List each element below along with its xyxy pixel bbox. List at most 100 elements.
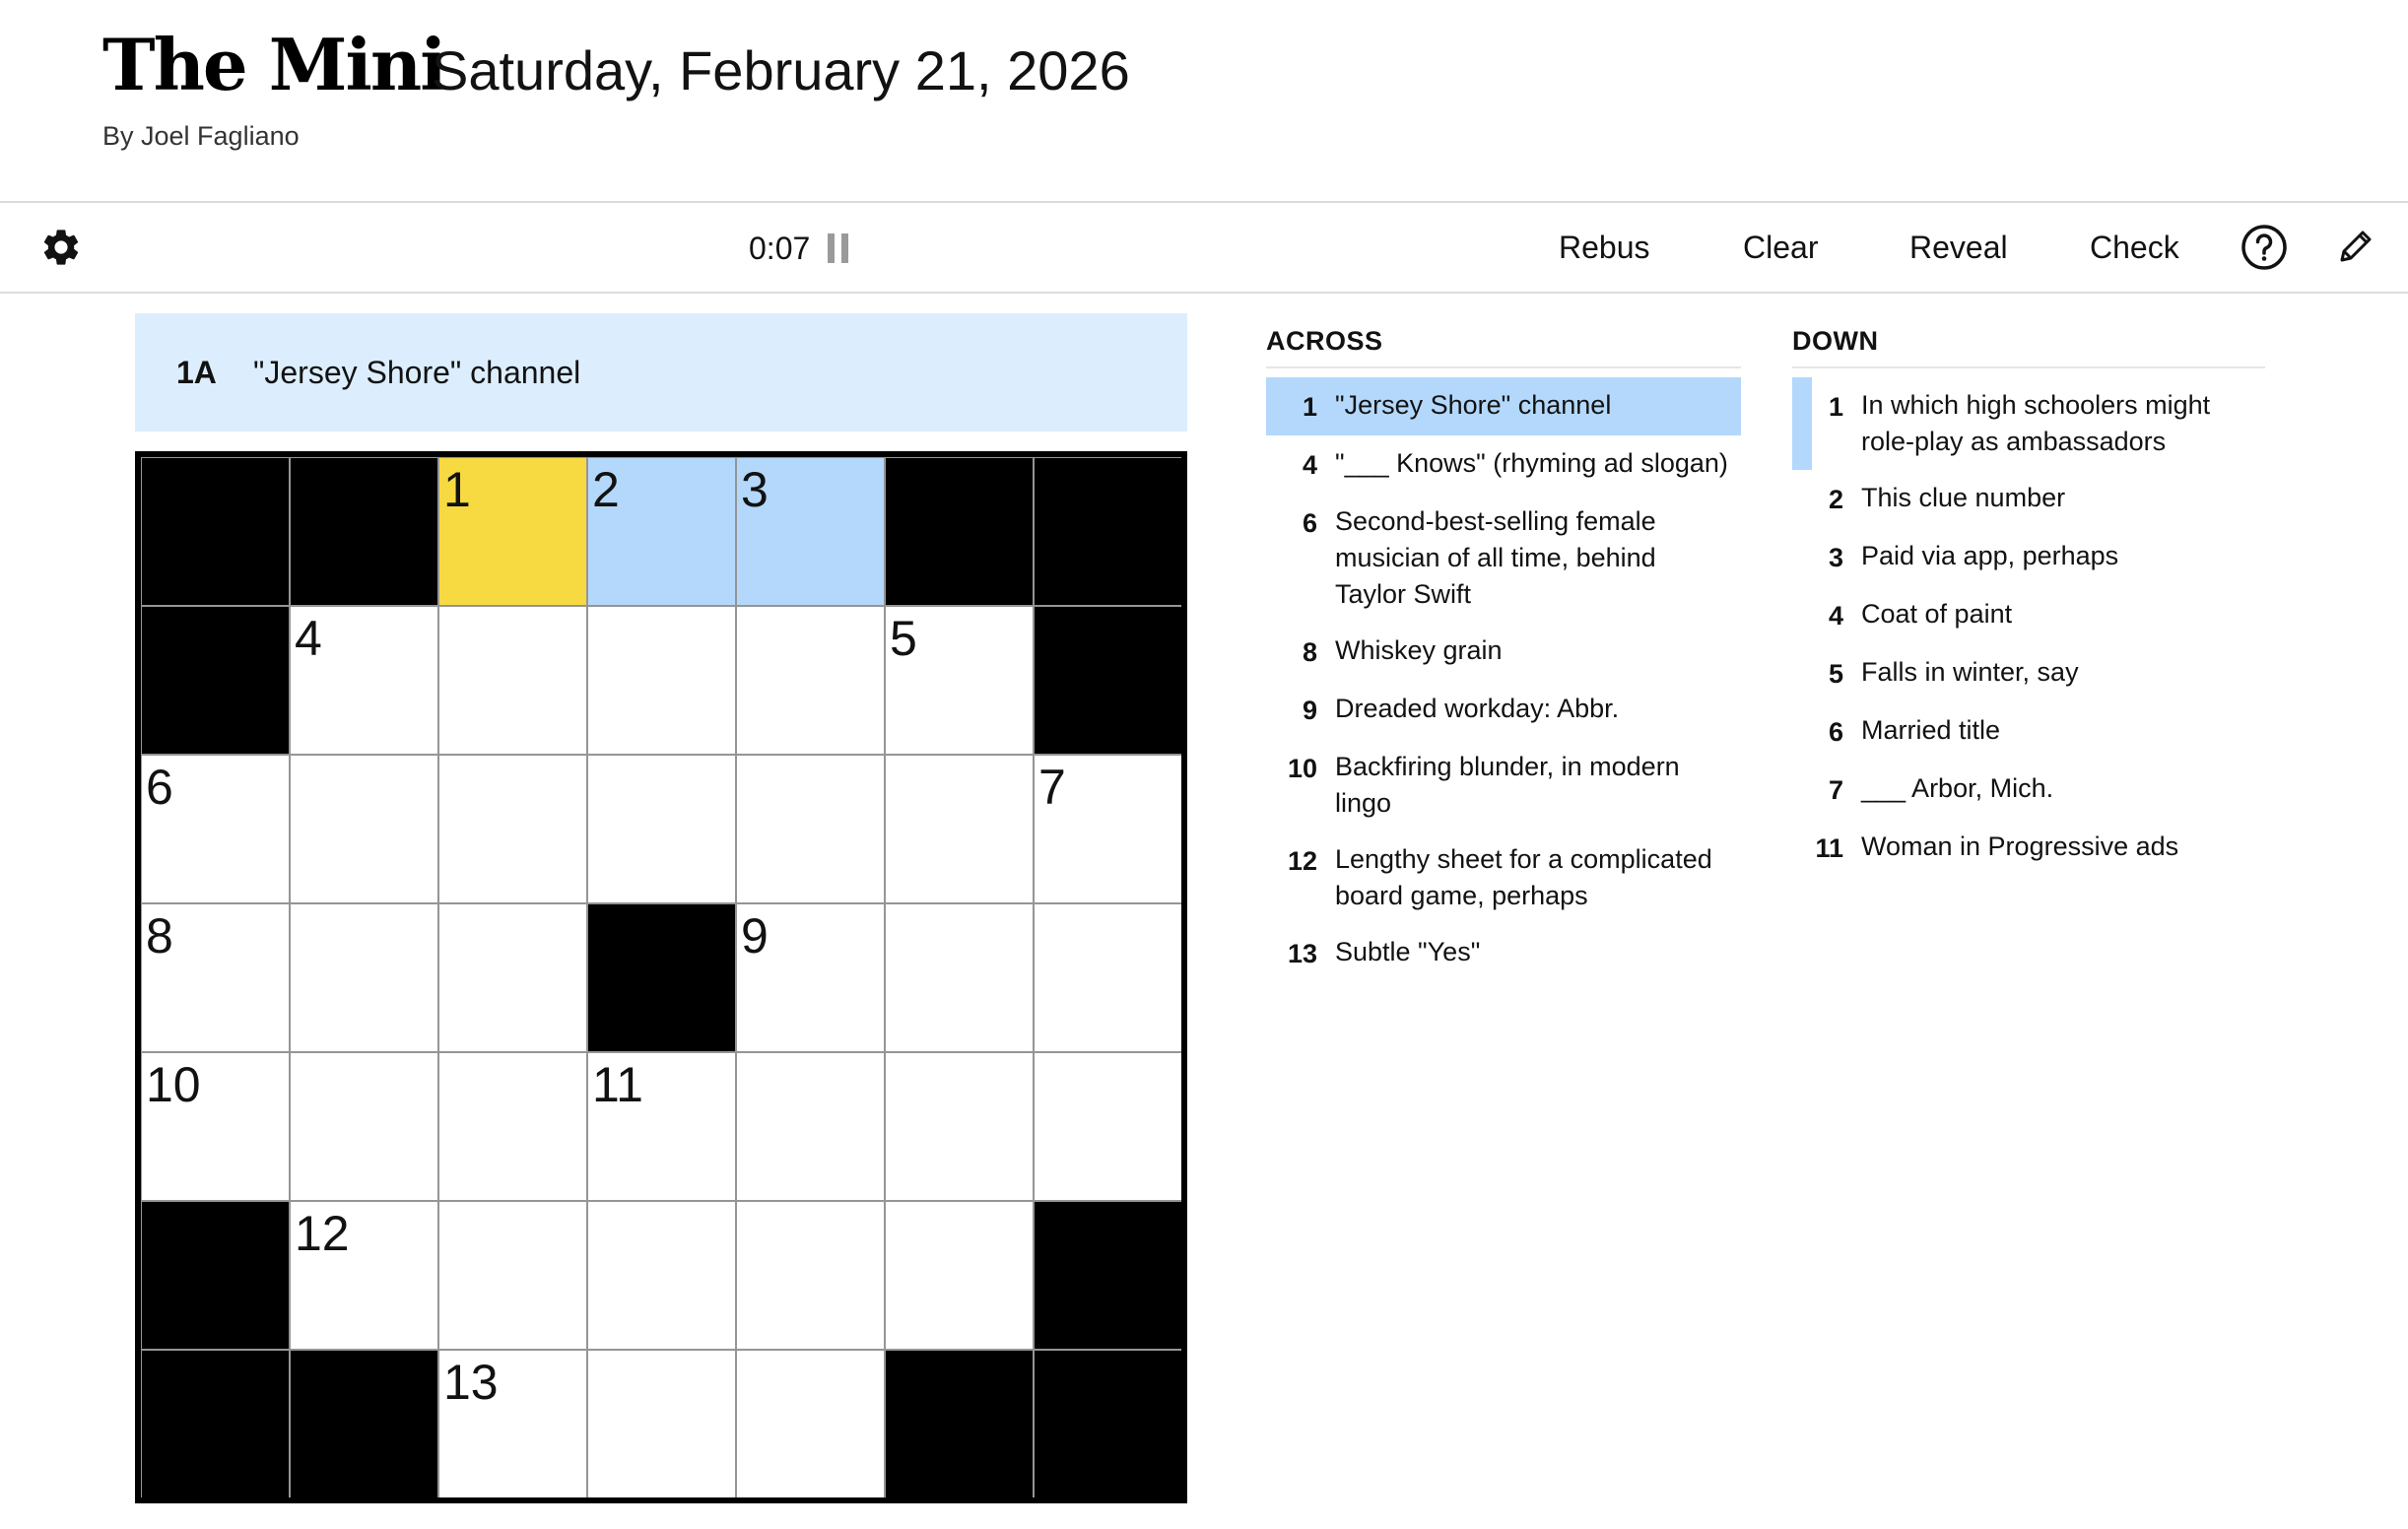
grid-cell-r4c2[interactable] xyxy=(437,1051,588,1202)
grid-block xyxy=(140,1200,291,1351)
grid-cell-r3c2[interactable] xyxy=(437,902,588,1053)
grid-cell-r4c1[interactable] xyxy=(289,1051,439,1202)
gear-icon[interactable] xyxy=(39,226,83,269)
clue-number: 3 xyxy=(1828,543,1843,572)
grid-cell-r2c5[interactable] xyxy=(884,754,1035,904)
grid-block xyxy=(1033,1349,1183,1499)
clear-button[interactable]: Clear xyxy=(1743,225,1818,270)
grid-cell-r5c3[interactable] xyxy=(586,1200,737,1351)
down-clue-list: 1 In which high schoolers might role-play… xyxy=(1792,377,2265,877)
grid-cell-r3c6[interactable] xyxy=(1033,902,1183,1053)
clue-number: 4 xyxy=(1302,450,1317,480)
cell-number: 12 xyxy=(295,1206,350,1261)
grid-cell-r4c5[interactable] xyxy=(884,1051,1035,1202)
clue-text: Lengthy sheet for a complicated board ga… xyxy=(1335,844,1712,910)
cell-number: 7 xyxy=(1038,760,1066,815)
across-clue-1[interactable]: 1 "Jersey Shore" channel xyxy=(1266,377,1741,435)
clue-text: Whiskey grain xyxy=(1335,635,1503,665)
rebus-button[interactable]: Rebus xyxy=(1559,225,1650,270)
cell-number: 13 xyxy=(443,1355,499,1410)
grid-block xyxy=(140,456,291,607)
grid-cell-r1c2[interactable] xyxy=(437,605,588,756)
grid-block xyxy=(1033,605,1183,756)
clue-number: 11 xyxy=(1815,833,1843,863)
down-clue-2[interactable]: 2 This clue number xyxy=(1792,470,2265,528)
timer-value: 0:07 xyxy=(749,230,811,266)
check-button[interactable]: Check xyxy=(2090,225,2179,270)
clue-text: In which high schoolers might role-play … xyxy=(1861,390,2211,456)
clue-number: 1 xyxy=(1828,392,1843,422)
reveal-button[interactable]: Reveal xyxy=(1909,225,2008,270)
grid-cell-r2c1[interactable] xyxy=(289,754,439,904)
clue-text: This clue number xyxy=(1861,483,2066,512)
grid-cell-r3c5[interactable] xyxy=(884,902,1035,1053)
down-clue-panel: DOWN 1 In which high schoolers might role… xyxy=(1792,315,2265,877)
grid-block xyxy=(140,605,291,756)
crossword-grid-svg: 1 2 34 56 78 910 111213 xyxy=(135,451,1187,1503)
cell-number: 6 xyxy=(146,760,173,815)
clue-text: Backfiring blunder, in modern lingo xyxy=(1335,752,1680,818)
across-clue-panel: ACROSS 1 "Jersey Shore" channel 4 "___ Know… xyxy=(1266,315,1741,982)
clue-text: Married title xyxy=(1861,715,2001,745)
clue-number: 12 xyxy=(1287,846,1317,876)
across-clue-10[interactable]: 10 Backfiring blunder, in modern lingo xyxy=(1266,739,1741,831)
grid-cell-r3c1[interactable] xyxy=(289,902,439,1053)
grid-cell-r6c4[interactable] xyxy=(735,1349,886,1499)
grid-cell-r2c3[interactable] xyxy=(586,754,737,904)
clue-number: 8 xyxy=(1302,637,1317,667)
clue-text: Paid via app, perhaps xyxy=(1861,541,2119,570)
clue-number: 7 xyxy=(1828,775,1843,805)
grid-cell-r5c4[interactable] xyxy=(735,1200,886,1351)
clue-number: 6 xyxy=(1828,717,1843,747)
across-clue-list: 1 "Jersey Shore" channel 4 "___ Knows" (rhy… xyxy=(1266,377,1741,982)
grid-cell-r1c3[interactable] xyxy=(586,605,737,756)
grid-block xyxy=(884,456,1035,607)
grid-cell-r5c2[interactable] xyxy=(437,1200,588,1351)
down-clue-5[interactable]: 5 Falls in winter, say xyxy=(1792,644,2265,702)
grid-cell-r6c3[interactable] xyxy=(586,1349,737,1499)
help-icon[interactable] xyxy=(2241,224,2288,271)
across-clue-13[interactable]: 13 Subtle "Yes" xyxy=(1266,924,1741,982)
cell-number: 10 xyxy=(146,1057,201,1112)
grid-cell-r1c4[interactable] xyxy=(735,605,886,756)
across-clue-4[interactable]: 4 "___ Knows" (rhyming ad slogan) xyxy=(1266,435,1741,494)
grid-cell-r2c2[interactable] xyxy=(437,754,588,904)
cell-number: 5 xyxy=(890,611,917,666)
toolbar: 0:07 Rebus Clear Reveal Check xyxy=(0,203,2408,294)
across-clue-8[interactable]: 8 Whiskey grain xyxy=(1266,623,1741,681)
down-clue-6[interactable]: 6 Married title xyxy=(1792,702,2265,761)
down-clue-1[interactable]: 1 In which high schoolers might role-play… xyxy=(1792,377,2265,470)
clue-text: ___ Arbor, Mich. xyxy=(1861,773,2054,803)
grid-block xyxy=(1033,1200,1183,1351)
cell-number: 4 xyxy=(295,611,322,666)
down-clue-3[interactable]: 3 Paid via app, perhaps xyxy=(1792,528,2265,586)
pencil-icon[interactable] xyxy=(2335,226,2376,267)
clue-text: "___ Knows" (rhyming ad slogan) xyxy=(1335,448,1728,478)
grid-cell-r5c5[interactable] xyxy=(884,1200,1035,1351)
page-header: The Mini Saturday, February 21, 2026 By … xyxy=(0,0,2408,203)
clue-number: 10 xyxy=(1287,754,1317,783)
cell-number: 2 xyxy=(592,462,620,517)
across-title: ACROSS xyxy=(1266,315,1741,368)
clue-text: Subtle "Yes" xyxy=(1335,937,1481,966)
crossword-grid: 1 2 3 4 5 6 7 8 9 10 11 12 13 xyxy=(135,451,1187,1503)
down-clue-4[interactable]: 4 Coat of paint xyxy=(1792,586,2265,644)
grid-block xyxy=(586,902,737,1053)
grid-cell-r2c4[interactable] xyxy=(735,754,886,904)
clue-number: 5 xyxy=(1828,659,1843,689)
down-clue-11[interactable]: 11 Woman in Progressive ads xyxy=(1792,819,2265,877)
clue-number: 6 xyxy=(1302,508,1317,538)
across-clue-6[interactable]: 6 Second-best-selling female musician of … xyxy=(1266,494,1741,623)
grid-block xyxy=(289,1349,439,1499)
clue-number: 1 xyxy=(1302,392,1317,422)
grid-block xyxy=(140,1349,291,1499)
clue-text: Coat of paint xyxy=(1861,599,2013,629)
across-clue-12[interactable]: 12 Lengthy sheet for a complicated board … xyxy=(1266,831,1741,924)
across-clue-9[interactable]: 9 Dreaded workday: Abbr. xyxy=(1266,681,1741,739)
pause-icon[interactable] xyxy=(828,233,849,263)
grid-cell-r4c6[interactable] xyxy=(1033,1051,1183,1202)
clue-text: "Jersey Shore" channel xyxy=(1335,390,1612,420)
puzzle-byline: By Joel Fagliano xyxy=(102,121,300,151)
down-clue-7[interactable]: 7 ___ Arbor, Mich. xyxy=(1792,761,2265,819)
grid-cell-r4c4[interactable] xyxy=(735,1051,886,1202)
